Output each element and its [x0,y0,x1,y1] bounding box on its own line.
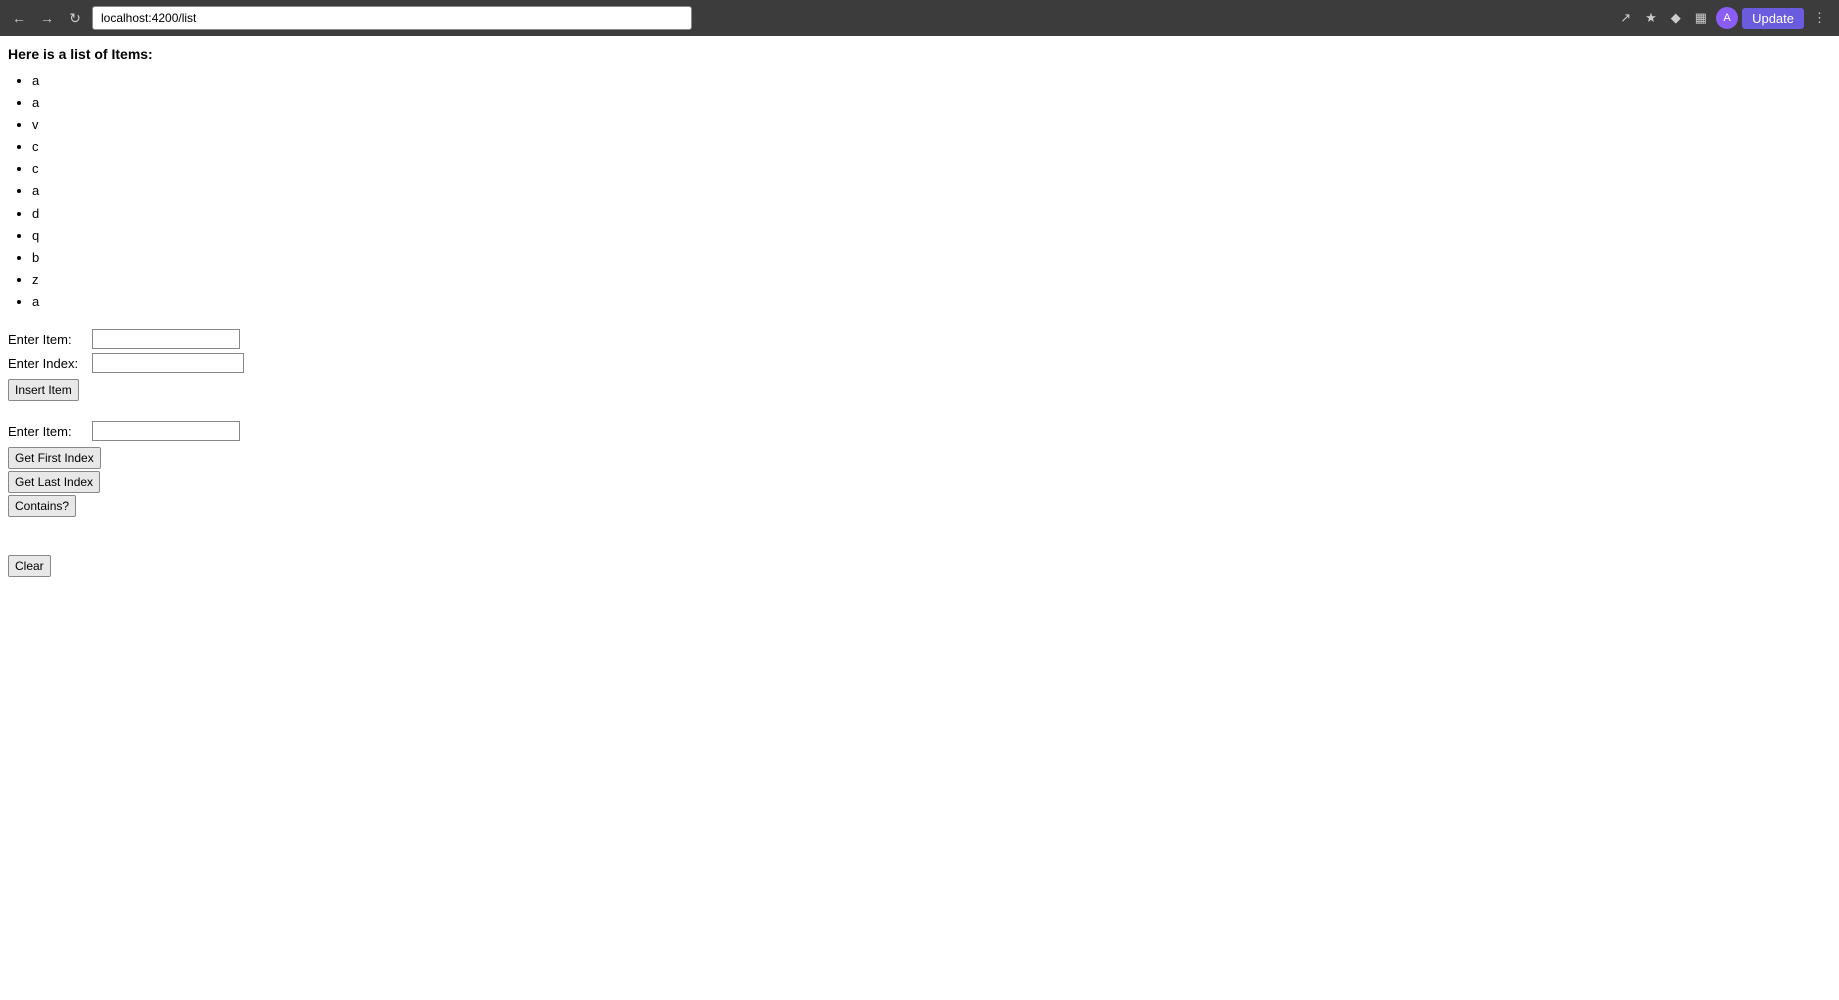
avatar[interactable]: A [1716,7,1738,29]
search-item-row: Enter Item: [8,421,1831,441]
insert-index-row: Enter Index: [8,353,1831,373]
list-item: v [32,114,1831,136]
insert-item-button[interactable]: Insert Item [8,379,79,401]
insert-item-section: Enter Item: Enter Index: Insert Item [8,329,1831,401]
list-item: c [32,136,1831,158]
insert-item-input[interactable] [92,329,240,349]
browser-actions: ↗ ★ ◆ ▦ A Update ⋮ [1615,7,1831,29]
insert-item-row: Enter Item: [8,329,1831,349]
separator [8,411,1831,421]
forward-button[interactable]: → [36,7,58,29]
list-item: d [32,203,1831,225]
profile-button[interactable]: ▦ [1690,7,1712,29]
reload-button[interactable]: ↻ [64,7,86,29]
list-item: a [32,92,1831,114]
list-item: q [32,225,1831,247]
clear-section: Clear [8,553,1831,577]
list-item: z [32,269,1831,291]
browser-chrome: ← → ↻ localhost:4200/list ↗ ★ ◆ ▦ A Upda… [0,0,1839,36]
search-item-label: Enter Item: [8,424,88,439]
insert-item-label: Enter Item: [8,332,88,347]
list-item: b [32,247,1831,269]
url-text: localhost:4200/list [101,11,196,25]
list-item: a [32,180,1831,202]
insert-index-input[interactable] [92,353,244,373]
items-list: aavccadqbza [32,70,1831,313]
list-item: a [32,70,1831,92]
update-button[interactable]: Update [1742,8,1804,29]
insert-index-label: Enter Index: [8,356,88,371]
list-item: a [32,291,1831,313]
list-item: c [32,158,1831,180]
address-bar[interactable]: localhost:4200/list [92,6,692,30]
back-button[interactable]: ← [8,7,30,29]
search-buttons: Get First Index Get Last Index Contains? [8,445,1831,517]
page-title: Here is a list of Items: [8,46,1831,62]
clear-button[interactable]: Clear [8,555,51,577]
search-item-section: Enter Item: Get First Index Get Last Ind… [8,421,1831,517]
share-button[interactable]: ↗ [1615,7,1636,29]
extensions-button[interactable]: ◆ [1666,7,1686,29]
get-last-index-button[interactable]: Get Last Index [8,471,100,493]
search-item-input[interactable] [92,421,240,441]
menu-button[interactable]: ⋮ [1808,7,1831,29]
get-first-index-button[interactable]: Get First Index [8,447,101,469]
contains-button[interactable]: Contains? [8,495,76,517]
page-content: Here is a list of Items: aavccadqbza Ent… [0,36,1839,1000]
bookmark-button[interactable]: ★ [1640,7,1662,29]
